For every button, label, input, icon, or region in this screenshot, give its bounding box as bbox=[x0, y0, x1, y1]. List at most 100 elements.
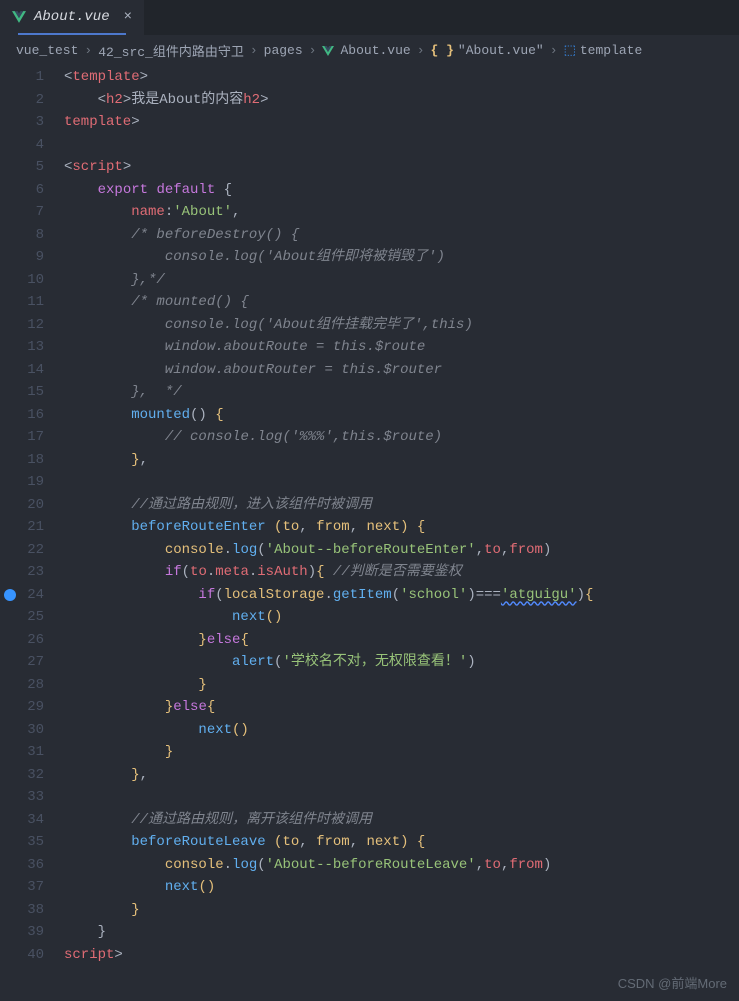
line-number: 31 bbox=[0, 741, 44, 764]
code-line[interactable]: <template> bbox=[64, 66, 739, 89]
code-area[interactable]: <template> <h2>我是About的内容h2>template> <sc… bbox=[64, 66, 739, 1001]
code-line[interactable]: console.log('About组件挂载完毕了',this) bbox=[64, 314, 739, 337]
code-line[interactable]: }, */ bbox=[64, 381, 739, 404]
line-number: 15 bbox=[0, 381, 44, 404]
code-line[interactable]: name:'About', bbox=[64, 201, 739, 224]
line-number: 25 bbox=[0, 606, 44, 629]
breadcrumb-item[interactable]: About.vue bbox=[322, 43, 410, 58]
code-line[interactable]: } bbox=[64, 921, 739, 944]
code-line[interactable]: /* beforeDestroy() { bbox=[64, 224, 739, 247]
code-line[interactable]: <script> bbox=[64, 156, 739, 179]
line-number: 29 bbox=[0, 696, 44, 719]
close-icon[interactable]: × bbox=[124, 9, 132, 25]
code-line[interactable]: }else{ bbox=[64, 629, 739, 652]
template-icon: ⬚ bbox=[564, 43, 576, 58]
watermark: CSDN @前端More bbox=[618, 973, 727, 992]
line-number: 12 bbox=[0, 314, 44, 337]
vue-icon bbox=[322, 45, 336, 57]
code-line[interactable]: console.log('About组件即将被销毁了') bbox=[64, 246, 739, 269]
tab-underline bbox=[18, 33, 126, 35]
tab-filename: About.vue bbox=[34, 9, 110, 25]
line-number: 28 bbox=[0, 674, 44, 697]
editor[interactable]: 1234567891011121314151617181920212223242… bbox=[0, 66, 739, 1001]
code-line[interactable] bbox=[64, 134, 739, 157]
tab-about-vue[interactable]: About.vue × bbox=[0, 0, 144, 35]
brace-icon: { } bbox=[431, 43, 454, 58]
line-number: 17 bbox=[0, 426, 44, 449]
code-line[interactable]: //通过路由规则，进入该组件时被调用 bbox=[64, 494, 739, 517]
line-number: 18 bbox=[0, 449, 44, 472]
code-line[interactable]: }, bbox=[64, 449, 739, 472]
code-line[interactable]: <h2>我是About的内容h2> bbox=[64, 89, 739, 112]
info-marker-icon bbox=[4, 589, 16, 601]
line-number: 9 bbox=[0, 246, 44, 269]
line-number: 6 bbox=[0, 179, 44, 202]
breadcrumb-item[interactable]: vue_test bbox=[16, 43, 78, 58]
line-number: 20 bbox=[0, 494, 44, 517]
code-line[interactable]: export default { bbox=[64, 179, 739, 202]
breadcrumb-item[interactable]: { } "About.vue" bbox=[431, 43, 544, 58]
code-line[interactable]: if(to.meta.isAuth){ //判断是否需要鉴权 bbox=[64, 561, 739, 584]
code-line[interactable]: window.aboutRouter = this.$router bbox=[64, 359, 739, 382]
code-line[interactable]: // console.log('%%%',this.$route) bbox=[64, 426, 739, 449]
line-number: 32 bbox=[0, 764, 44, 787]
line-number: 27 bbox=[0, 651, 44, 674]
code-line[interactable]: beforeRouteEnter (to, from, next) { bbox=[64, 516, 739, 539]
line-number: 13 bbox=[0, 336, 44, 359]
line-number: 35 bbox=[0, 831, 44, 854]
line-number: 5 bbox=[0, 156, 44, 179]
line-number: 26 bbox=[0, 629, 44, 652]
line-number: 38 bbox=[0, 899, 44, 922]
chevron-right-icon: › bbox=[417, 43, 425, 58]
line-number: 23 bbox=[0, 561, 44, 584]
code-line[interactable]: template> bbox=[64, 111, 739, 134]
code-line[interactable]: } bbox=[64, 899, 739, 922]
vue-icon bbox=[12, 11, 26, 23]
line-number: 39 bbox=[0, 921, 44, 944]
code-line[interactable]: //通过路由规则，离开该组件时被调用 bbox=[64, 809, 739, 832]
chevron-right-icon: › bbox=[84, 43, 92, 58]
code-line[interactable]: alert('学校名不对，无权限查看！') bbox=[64, 651, 739, 674]
chevron-right-icon: › bbox=[250, 43, 258, 58]
line-number: 22 bbox=[0, 539, 44, 562]
code-line[interactable]: script> bbox=[64, 944, 739, 967]
line-number: 40 bbox=[0, 944, 44, 967]
line-number: 34 bbox=[0, 809, 44, 832]
line-number: 4 bbox=[0, 134, 44, 157]
line-number: 37 bbox=[0, 876, 44, 899]
line-number: 7 bbox=[0, 201, 44, 224]
breadcrumb-item[interactable]: ⬚ template bbox=[564, 43, 643, 58]
code-line[interactable]: },*/ bbox=[64, 269, 739, 292]
line-number: 19 bbox=[0, 471, 44, 494]
line-number: 1 bbox=[0, 66, 44, 89]
code-line[interactable]: /* mounted() { bbox=[64, 291, 739, 314]
line-number: 30 bbox=[0, 719, 44, 742]
code-line[interactable]: } bbox=[64, 741, 739, 764]
code-line[interactable]: next() bbox=[64, 876, 739, 899]
code-line[interactable]: }else{ bbox=[64, 696, 739, 719]
line-number: 36 bbox=[0, 854, 44, 877]
line-number: 10 bbox=[0, 269, 44, 292]
breadcrumb-item[interactable]: pages bbox=[264, 43, 303, 58]
code-line[interactable] bbox=[64, 786, 739, 809]
line-number: 16 bbox=[0, 404, 44, 427]
breadcrumb-item[interactable]: 42_src_组件内路由守卫 bbox=[98, 41, 244, 60]
line-number: 21 bbox=[0, 516, 44, 539]
tab-bar: About.vue × bbox=[0, 0, 739, 35]
line-number: 8 bbox=[0, 224, 44, 247]
chevron-right-icon: › bbox=[309, 43, 317, 58]
code-line[interactable]: mounted() { bbox=[64, 404, 739, 427]
line-number: 14 bbox=[0, 359, 44, 382]
code-line[interactable]: console.log('About--beforeRouteLeave',to… bbox=[64, 854, 739, 877]
line-gutter: 1234567891011121314151617181920212223242… bbox=[0, 66, 64, 1001]
code-line[interactable]: }, bbox=[64, 764, 739, 787]
code-line[interactable]: if(localStorage.getItem('school')==='atg… bbox=[64, 584, 739, 607]
code-line[interactable]: } bbox=[64, 674, 739, 697]
code-line[interactable] bbox=[64, 471, 739, 494]
code-line[interactable]: next() bbox=[64, 719, 739, 742]
code-line[interactable]: window.aboutRoute = this.$route bbox=[64, 336, 739, 359]
code-line[interactable]: console.log('About--beforeRouteEnter',to… bbox=[64, 539, 739, 562]
breadcrumbs[interactable]: vue_test › 42_src_组件内路由守卫 › pages › Abou… bbox=[0, 35, 739, 66]
code-line[interactable]: next() bbox=[64, 606, 739, 629]
code-line[interactable]: beforeRouteLeave (to, from, next) { bbox=[64, 831, 739, 854]
